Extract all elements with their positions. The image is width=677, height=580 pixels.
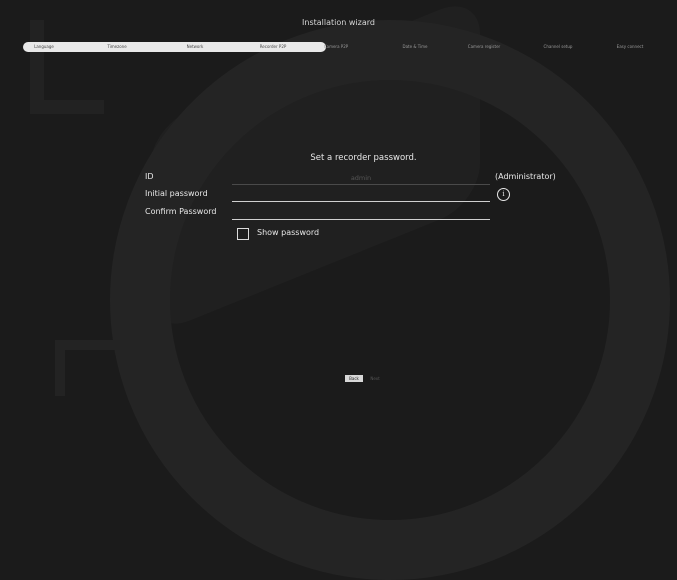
confirm-password-input[interactable] — [232, 207, 490, 220]
show-password-label[interactable]: Show password — [257, 228, 319, 237]
info-icon[interactable]: i — [497, 188, 510, 201]
wizard-step: Recorder P2P — [259, 44, 287, 49]
next-button[interactable]: Next — [366, 375, 384, 382]
wizard-step: Timezone — [107, 44, 127, 49]
back-button[interactable]: Back — [345, 375, 363, 382]
confirm-password-label: Confirm Password — [145, 207, 217, 216]
id-row: ID admin (Administrator) — [145, 172, 677, 185]
window-title: Installation wizard — [302, 18, 375, 27]
wizard-step: Camera P2P — [323, 44, 349, 49]
confirm-password-row: Confirm Password — [145, 207, 677, 220]
watermark-corner — [55, 340, 120, 396]
watermark-circle — [110, 20, 670, 580]
wizard-step: Channel setup — [543, 44, 573, 49]
initial-password-row: Initial password i — [145, 188, 677, 202]
administrator-label: (Administrator) — [495, 172, 556, 181]
wizard-step: Date & Time — [402, 44, 428, 49]
id-label: ID — [145, 172, 154, 181]
watermark-bracket — [30, 20, 104, 114]
wizard-step: Camera register — [467, 44, 501, 49]
wizard-step: Easy connect — [616, 44, 644, 49]
id-field: admin — [232, 172, 490, 185]
wizard-step: Network — [186, 44, 204, 49]
form-heading: Set a recorder password. — [310, 153, 417, 163]
initial-password-label: Initial password — [145, 189, 208, 198]
wizard-step: Language — [34, 44, 54, 49]
show-password-checkbox[interactable] — [237, 228, 249, 240]
wizard-steps: Language Timezone Network Recorder P2P Camer… — [23, 42, 677, 52]
initial-password-input[interactable] — [232, 189, 490, 202]
